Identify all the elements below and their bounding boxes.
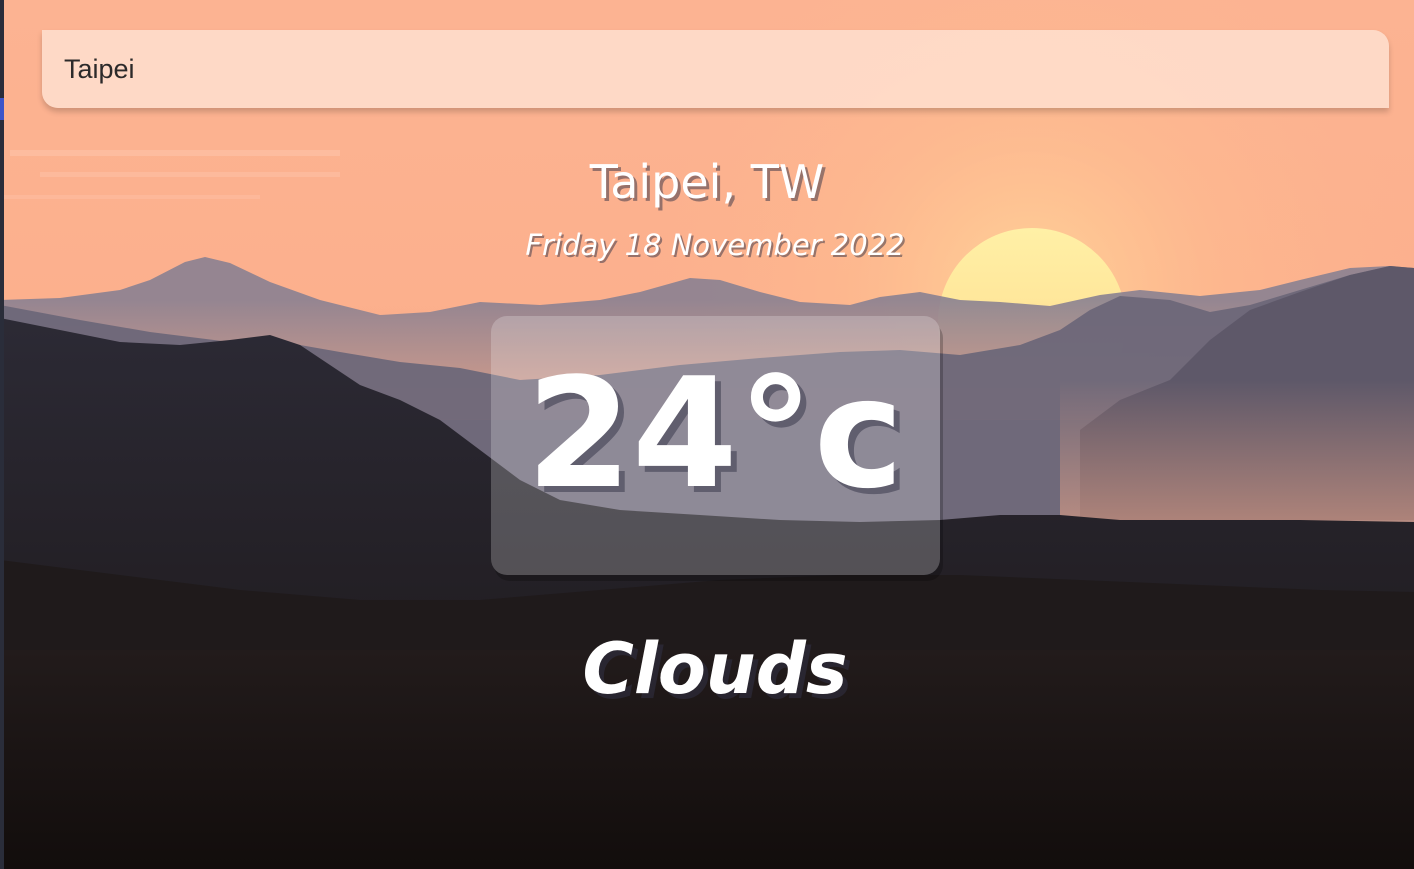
weather-app: Taipei, TW Friday 18 November 2022 24°c … bbox=[0, 0, 1414, 869]
temperature-value: 24°c bbox=[526, 345, 904, 522]
location-title: Taipei, TW bbox=[589, 155, 825, 209]
current-date: Friday 18 November 2022 bbox=[525, 228, 905, 262]
window-edge bbox=[0, 0, 4, 869]
weather-condition: Clouds bbox=[582, 628, 848, 710]
search-input[interactable] bbox=[42, 30, 1389, 108]
